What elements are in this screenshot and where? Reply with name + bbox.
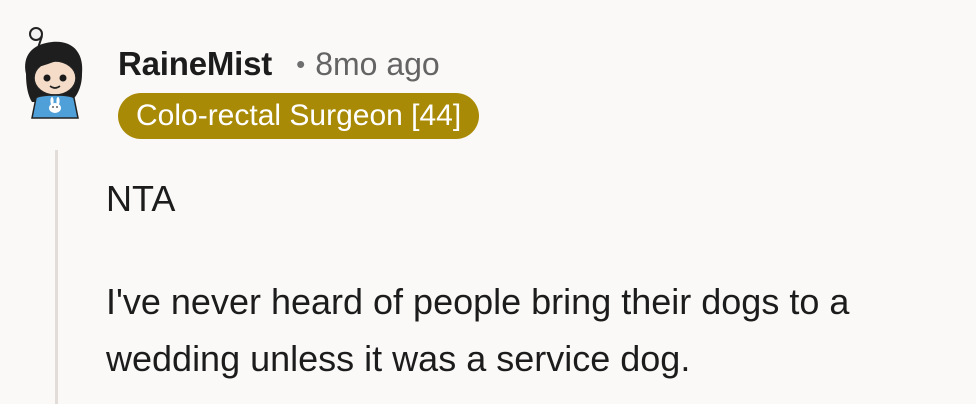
comment-body: NTA I've never heard of people bring the… bbox=[106, 170, 966, 387]
comment-timestamp[interactable]: 8mo ago bbox=[315, 46, 440, 83]
thread-collapse-line[interactable] bbox=[55, 150, 58, 404]
comment-paragraph: I've never heard of people bring their d… bbox=[106, 281, 850, 379]
username-link[interactable]: RaineMist bbox=[118, 45, 272, 83]
comment-meta: RaineMist • 8mo ago bbox=[118, 40, 440, 88]
user-flair-badge: Colo-rectal Surgeon [44] bbox=[118, 93, 480, 139]
meta-separator: • bbox=[296, 48, 306, 79]
comment: RaineMist • 8mo ago Colo-rectal Surgeon … bbox=[0, 0, 976, 404]
comment-paragraph: NTA bbox=[106, 178, 176, 219]
user-avatar[interactable] bbox=[18, 26, 92, 122]
snoo-avatar-icon bbox=[25, 27, 83, 119]
